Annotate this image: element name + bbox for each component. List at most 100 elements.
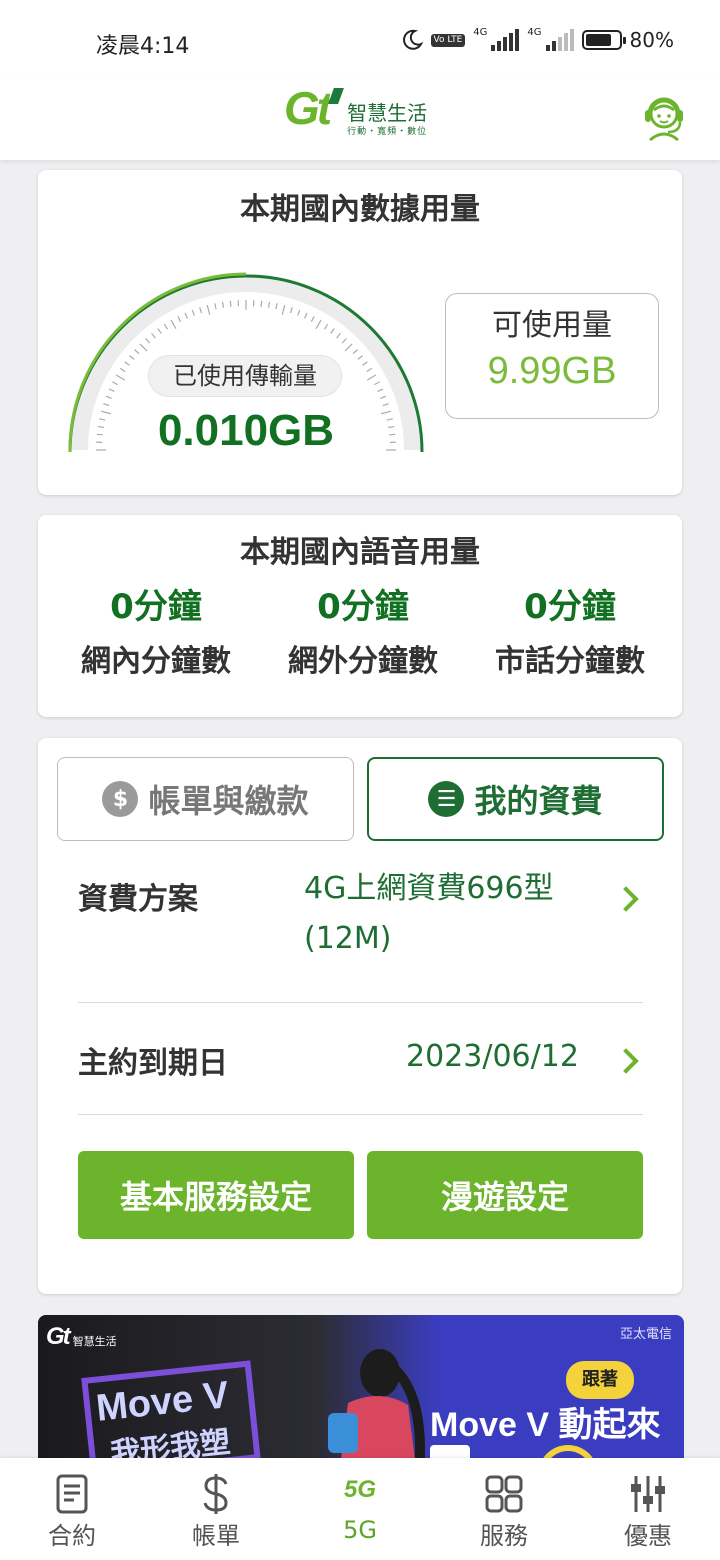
5g-icon: 5G [343, 1476, 377, 1503]
logo-subtitle: 行動・寬頻・數位 [347, 127, 428, 137]
plan-row-value: 4G上網資費696型 (12M) [304, 864, 554, 964]
gauge-tick [275, 303, 278, 310]
contract-end-value: 2023/06/12 [406, 1039, 579, 1074]
gauge-tick [380, 395, 387, 399]
runner-image [328, 1349, 425, 1465]
banner-logo-gt: Gt [46, 1323, 71, 1350]
gauge-tick [304, 312, 308, 319]
promo-banner[interactable]: Gt 智慧生活 Move V 我形我塑 亞太電信 跟著 Move V 動起來 [38, 1315, 684, 1465]
available-value: 9.99GB [487, 350, 617, 392]
gauge-tick [177, 316, 182, 322]
status-bar: 凌晨4:14 Vo LTE 4G 4G 80% [0, 0, 720, 80]
customer-service-icon[interactable] [640, 90, 688, 142]
status-time: 凌晨4:14 [96, 34, 190, 59]
voice-onnet-label: 網內分鐘數 [81, 644, 231, 679]
gauge-tick [103, 403, 110, 407]
voice-onnet: 0分鐘 網內分鐘數 [56, 579, 256, 680]
logo-title: 智慧生活 [347, 101, 428, 125]
signal-icon-secondary [545, 29, 574, 51]
gauge-tick [366, 374, 377, 381]
gauge-tick [352, 349, 358, 355]
gauge-tick [206, 304, 211, 315]
gauge-tick [382, 403, 389, 407]
gauge-tick [100, 410, 111, 415]
bottom-nav: 合約 帳單 5G 5G 服務 優惠 [0, 1458, 720, 1560]
gauge-tick [97, 425, 104, 429]
gauge-tick [357, 355, 363, 360]
gauge-tick [157, 328, 162, 334]
plan-row[interactable]: 資費方案 4G上網資費696型 (12M) [78, 868, 643, 978]
gauge-tick [336, 333, 341, 339]
banner-badge: 跟著 [566, 1361, 634, 1399]
gauge-tick [221, 301, 225, 308]
gauge-tick [139, 343, 148, 352]
voice-onnet-value: 0分鐘 [110, 587, 202, 627]
plan-card: $ 帳單與繳款 ☰ 我的資費 資費方案 4G上網資費696型 (12M) 主約到… [38, 738, 682, 1294]
gauge-tick [105, 395, 112, 399]
gauge-tick [297, 309, 301, 316]
banner-logo-title: 智慧生活 [72, 1335, 117, 1348]
gauge-tick [381, 410, 392, 415]
gauge-tick [151, 333, 156, 339]
banner-slogan: Move V 動起來 [430, 1406, 661, 1444]
gauge-tick [129, 355, 135, 360]
gauge-tick [377, 388, 384, 392]
gauge-tick [281, 304, 286, 315]
list-icon: ☰ [428, 781, 465, 817]
gauge-tick [115, 374, 126, 381]
nav-contract[interactable]: 合約 [0, 1458, 144, 1560]
gauge-tick [108, 388, 115, 392]
gauge-tick [362, 361, 368, 366]
nav-offers-label: 優惠 [624, 1522, 672, 1550]
divider [78, 1114, 643, 1115]
dollar-icon [203, 1474, 228, 1514]
gauge-tick [163, 323, 169, 330]
moon-icon [402, 29, 423, 50]
nav-contract-label: 合約 [48, 1522, 96, 1550]
chevron-right-icon [613, 886, 639, 912]
gauge-tick [260, 300, 263, 307]
gauge-tick [386, 418, 393, 421]
dollar-icon: $ [102, 781, 139, 817]
nav-offers[interactable]: 優惠 [576, 1458, 720, 1560]
gauge-tick [374, 381, 380, 386]
network-type-a: 4G [473, 27, 488, 38]
gauge-tick [145, 338, 151, 344]
gauge-tick [191, 309, 195, 316]
nav-bill[interactable]: 帳單 [144, 1458, 288, 1560]
voice-offnet-label: 網外分鐘數 [288, 644, 438, 679]
gauge-tick [112, 381, 118, 386]
tab-billing-label: 帳單與繳款 [148, 782, 309, 820]
gauge-tick [96, 433, 103, 436]
nav-5g[interactable]: 5G 5G [288, 1458, 432, 1560]
gauge-tick [330, 328, 335, 334]
nav-service[interactable]: 服務 [432, 1458, 576, 1560]
banner-logo: Gt 智慧生活 [46, 1323, 117, 1351]
voice-landline-label: 市話分鐘數 [495, 644, 645, 679]
logo-gt: Gt [284, 82, 332, 134]
network-type-b: 4G [527, 27, 542, 38]
voice-offnet: 0分鐘 網外分鐘數 [263, 579, 463, 680]
roaming-settings-button[interactable]: 漫遊設定 [367, 1151, 643, 1239]
divider [78, 1002, 643, 1003]
tab-billing[interactable]: $ 帳單與繳款 [57, 757, 354, 841]
gauge-tick [388, 425, 395, 429]
available-label: 可使用量 [492, 308, 612, 343]
battery-percent: 80% [629, 28, 674, 52]
tab-my-plan-label: 我的資費 [474, 782, 603, 820]
voice-landline-value: 0分鐘 [524, 587, 616, 627]
contract-icon [56, 1474, 88, 1514]
voice-landline: 0分鐘 市話分鐘數 [470, 579, 670, 680]
plan-row-label: 資費方案 [78, 882, 198, 917]
gauge-tick [99, 418, 106, 421]
data-usage-card: 本期國內數據用量 已使用傳輸量 0.010GB 可使用量 9.99GB [38, 170, 682, 495]
tab-my-plan[interactable]: ☰ 我的資費 [367, 757, 664, 841]
app-logo[interactable]: Gt 智慧生活 行動・寬頻・數位 [284, 84, 427, 137]
nav-5g-label: 5G [343, 1516, 377, 1544]
logo-mark [328, 88, 345, 104]
status-icons: Vo LTE 4G 4G 80% [401, 27, 674, 52]
contract-end-row[interactable]: 主約到期日 2023/06/12 [78, 1034, 643, 1084]
used-value: 0.010GB [157, 406, 335, 455]
used-label: 已使用傳輸量 [148, 355, 342, 397]
basic-service-settings-button[interactable]: 基本服務設定 [78, 1151, 354, 1239]
